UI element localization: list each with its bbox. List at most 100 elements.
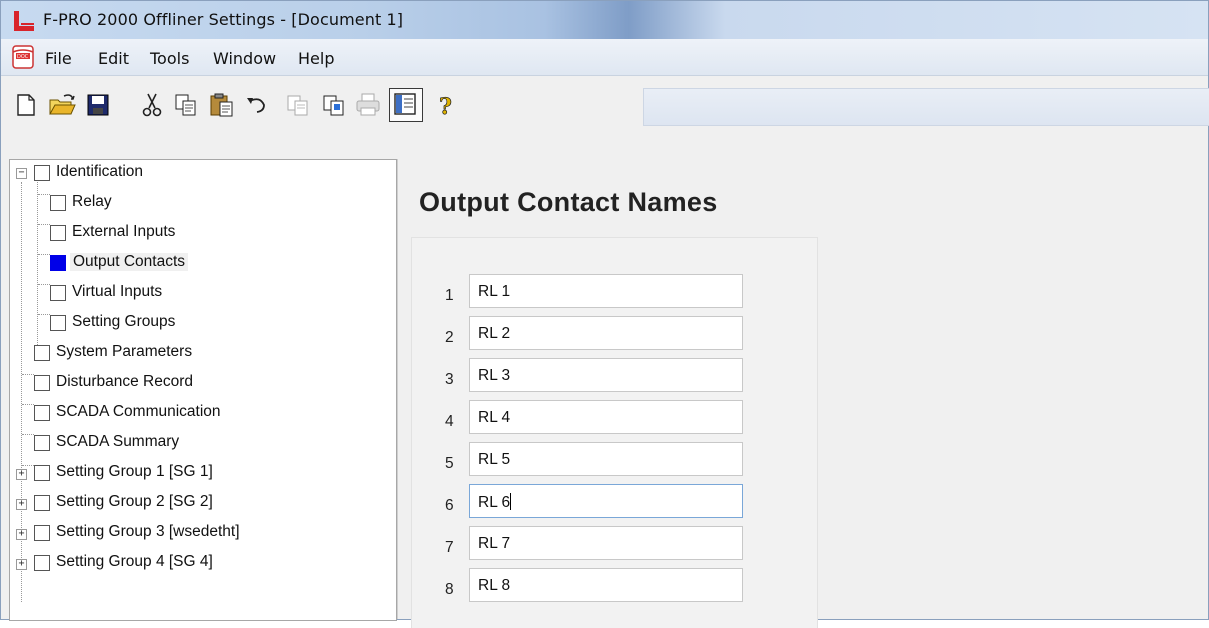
tree-item-label: System Parameters [56,343,193,360]
contact-row: 6 RL 6 [445,484,765,520]
checkbox-icon [34,165,50,181]
tree-item-label: Output Contacts [70,253,189,271]
svg-text:DOC: DOC [17,54,29,60]
tree-guide-line [22,465,34,466]
contact-row: 4 RL 4 [445,400,765,436]
checkbox-icon [34,525,50,541]
tree-item-label: Setting Group 1 [SG 1] [56,463,213,480]
expand-toggle[interactable]: + [16,559,27,570]
contact-name-input-focused[interactable]: RL 6 [469,484,743,518]
tree-guide-line [37,182,38,347]
tree-item-label: Relay [72,193,112,210]
menu-window[interactable]: Window [213,49,276,68]
row-number: 6 [445,497,454,514]
menu-tools[interactable]: Tools [150,49,189,68]
tree-guide-line [38,194,50,195]
app-window: F-PRO 2000 Offliner Settings - [Document… [0,0,1209,628]
tree-item-label: Setting Group 4 [SG 4] [56,553,213,570]
expand-toggle[interactable]: + [16,469,27,480]
toolbar-buttons: ? [11,84,641,128]
checkbox-icon [34,465,50,481]
view-pane-icon[interactable] [389,88,423,122]
panel-splitter[interactable] [397,159,404,619]
contact-name-input[interactable]: RL 7 [469,526,743,560]
contact-name-input[interactable]: RL 1 [469,274,743,308]
contact-row: 2 RL 2 [445,316,765,352]
checkbox-icon [50,225,66,241]
checkbox-icon [50,255,66,271]
text-caret [510,493,512,510]
row-number: 4 [445,413,454,430]
checkbox-icon [34,495,50,511]
collapse-toggle[interactable]: − [16,168,27,179]
new-icon[interactable] [11,90,41,120]
menu-bar: DOC File Edit Tools Window Help [1,39,1208,76]
tree-item-label: External Inputs [72,223,176,240]
tree-item-label: Setting Groups [72,313,176,330]
copy-icon[interactable] [171,90,201,120]
menu-help[interactable]: Help [298,49,334,68]
undo-icon[interactable] [241,90,271,120]
checkbox-icon [50,285,66,301]
tree-guide-line [38,314,50,315]
contact-name-input[interactable]: RL 3 [469,358,743,392]
copy-special-icon[interactable] [319,90,349,120]
toolbar: ? [1,76,1209,154]
checkbox-icon [34,555,50,571]
contact-name-input[interactable]: RL 4 [469,400,743,434]
tree-item-label: Setting Group 3 [wsedetht] [56,523,240,540]
tree-guide-line [38,284,50,285]
title-bar[interactable]: F-PRO 2000 Offliner Settings - [Document… [1,1,1208,39]
contact-row: 1 RL 1 [445,274,765,310]
tree-guide-line [22,374,34,375]
main-panel: Output Contact Names 1 RL 1 2 RL 2 3 RL … [404,159,1208,628]
tree-item-label: Disturbance Record [56,373,193,390]
print-icon[interactable] [353,90,383,120]
row-number: 1 [445,287,454,304]
contact-row: 7 RL 7 [445,526,765,562]
tree-item-label: Virtual Inputs [72,283,163,300]
open-icon[interactable] [47,90,77,120]
cut-icon[interactable] [137,90,167,120]
row-number: 2 [445,329,454,346]
toolbar-empty-band [643,88,1209,126]
settings-tree: − Identification Relay External Inputs O… [9,159,397,621]
checkbox-icon [50,195,66,211]
output-contacts-group: 1 RL 1 2 RL 2 3 RL 3 4 RL 4 5 RL 5 6 RL … [411,237,818,628]
field-text: RL 6 [478,494,511,511]
svg-text:?: ? [439,94,452,120]
expand-toggle[interactable]: + [16,529,27,540]
menu-file[interactable]: File [45,49,72,68]
tree-guide-line [38,254,50,255]
window-title: F-PRO 2000 Offliner Settings - [Document… [43,10,404,29]
tree-item-label: SCADA Communication [56,403,221,420]
contact-row: 8 RL 8 [445,568,765,604]
contact-row: 5 RL 5 [445,442,765,478]
tree-item-label: Setting Group 2 [SG 2] [56,493,213,510]
checkbox-icon [34,435,50,451]
copy-disabled-icon[interactable] [283,90,313,120]
page-title: Output Contact Names [419,187,718,217]
checkbox-icon [50,315,66,331]
row-number: 5 [445,455,454,472]
contact-row: 3 RL 3 [445,358,765,394]
checkbox-icon [34,405,50,421]
tree-guide-line [22,434,34,435]
checkbox-icon [34,375,50,391]
checkbox-icon [34,345,50,361]
row-number: 3 [445,371,454,388]
contact-name-input[interactable]: RL 2 [469,316,743,350]
paste-icon[interactable] [207,90,237,120]
menu-edit[interactable]: Edit [98,49,129,68]
tree-item-label: SCADA Summary [56,433,180,450]
row-number: 7 [445,539,454,556]
tree-guide-line [38,224,50,225]
contact-name-input[interactable]: RL 8 [469,568,743,602]
row-number: 8 [445,581,454,598]
document-icon[interactable]: DOC [11,44,37,70]
save-icon[interactable] [83,90,113,120]
help-icon[interactable]: ? [431,90,461,121]
app-logo-icon [14,11,34,31]
expand-toggle[interactable]: + [16,499,27,510]
contact-name-input[interactable]: RL 5 [469,442,743,476]
